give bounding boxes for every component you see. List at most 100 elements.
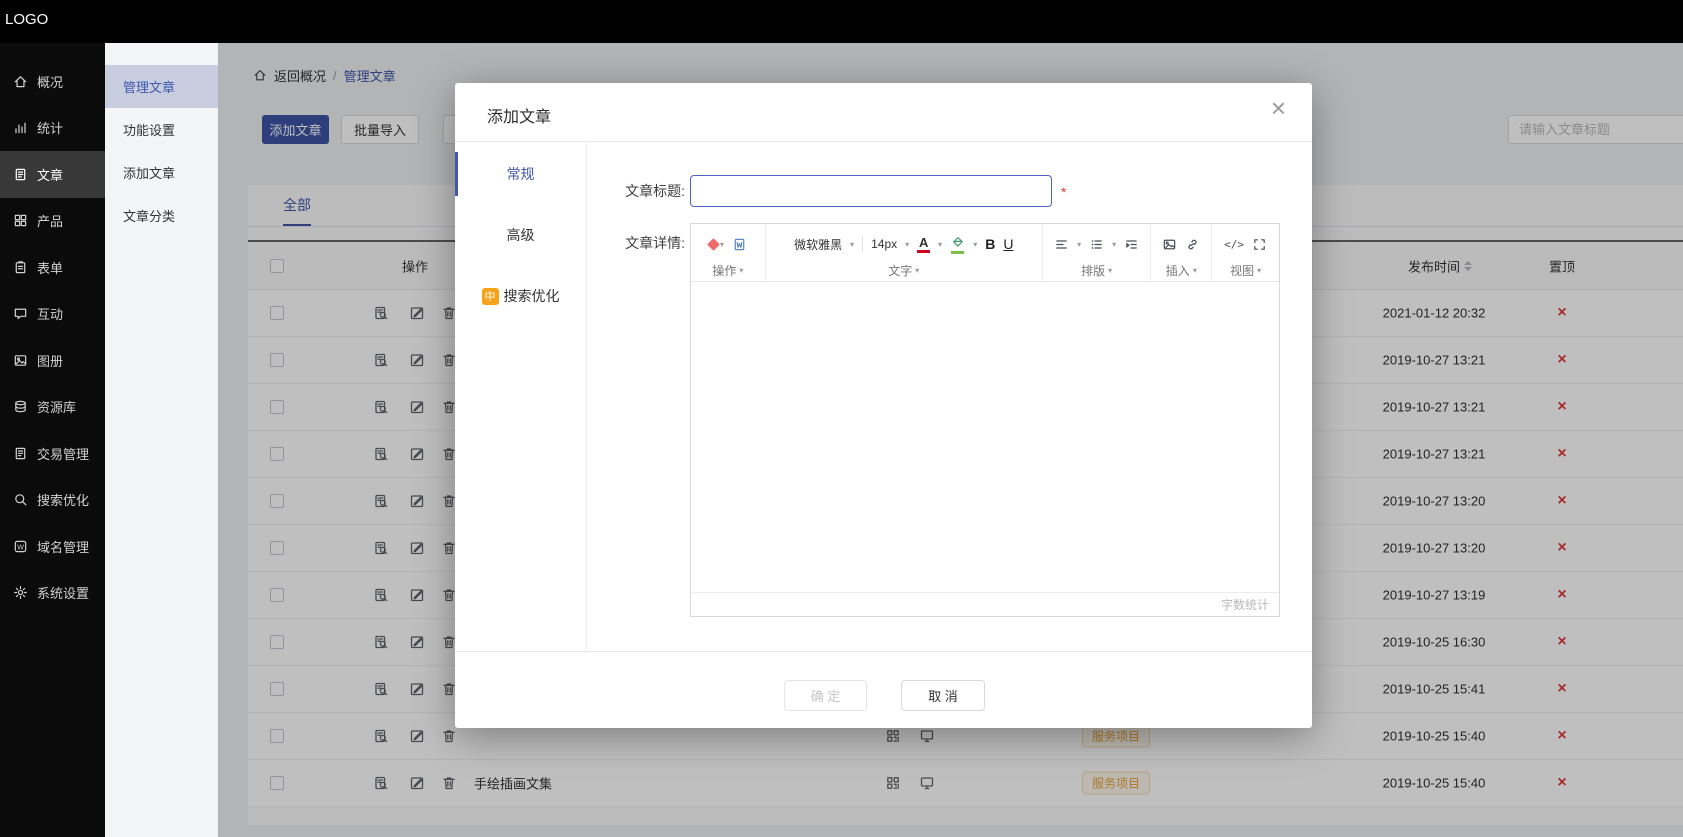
select-all-checkbox[interactable] [270,259,284,273]
pinned-mark[interactable]: × [1532,539,1592,557]
preview-button[interactable] [373,587,389,603]
header-publish-time[interactable]: 发布时间 [1354,256,1514,275]
home-icon[interactable] [253,68,267,82]
sidebar-item-album[interactable]: 图册 [0,337,105,384]
submenu-item-feature-settings[interactable]: 功能设置 [105,108,218,151]
sidebar-item-product[interactable]: 产品 [0,198,105,245]
sidebar-item-interact[interactable]: 互动 [0,291,105,338]
row-checkbox[interactable] [270,447,284,461]
align-button[interactable] [1054,237,1069,252]
cancel-button[interactable]: 取 消 [901,680,985,711]
image-button[interactable] [1162,237,1177,252]
sidebar-item-seo[interactable]: 搜索优化 [0,477,105,524]
font-color-button[interactable]: A [917,236,930,253]
preview-button[interactable] [373,775,389,791]
pc-preview-button[interactable] [919,728,935,744]
sidebar-item-home[interactable]: 概况 [0,58,105,105]
edit-button[interactable] [409,352,425,368]
pinned-mark[interactable]: × [1532,445,1592,463]
preview-button[interactable] [373,493,389,509]
view-dropdown[interactable]: 视图▾ [1212,260,1279,280]
confirm-button[interactable]: 确 定 [784,680,867,711]
row-checkbox[interactable] [270,400,284,414]
underline-button[interactable]: U [1003,236,1013,252]
link-button[interactable] [1185,237,1200,252]
sidebar-item-form[interactable]: 表单 [0,244,105,291]
pinned-mark[interactable]: × [1532,398,1592,416]
bold-button[interactable]: B [985,236,995,252]
submenu-item-add-article[interactable]: 添加文章 [105,151,218,194]
pinned-mark[interactable]: × [1532,304,1592,322]
edit-button[interactable] [409,681,425,697]
preview-button[interactable] [373,446,389,462]
qrcode-button[interactable] [885,775,901,791]
modal-tab-advanced[interactable]: 高级 [455,213,586,257]
article-title-input[interactable] [690,175,1052,207]
search-input[interactable] [1508,115,1683,144]
indent-button[interactable] [1124,237,1139,252]
row-checkbox[interactable] [270,635,284,649]
row-checkbox[interactable] [270,588,284,602]
pinned-mark[interactable]: × [1532,351,1592,369]
layout-dropdown[interactable]: 排版▾ [1043,260,1151,280]
batch-import-button[interactable]: 批量导入 [341,115,419,144]
row-checkbox[interactable] [270,776,284,790]
edit-button[interactable] [409,540,425,556]
sidebar-item-trade[interactable]: 交易管理 [0,430,105,477]
preview-button[interactable] [373,634,389,650]
row-checkbox[interactable] [270,682,284,696]
edit-button[interactable] [409,399,425,415]
sort-carets-icon[interactable] [1464,261,1472,271]
submenu-item-article-categories[interactable]: 文章分类 [105,194,218,237]
row-checkbox[interactable] [270,541,284,555]
pinned-mark[interactable]: × [1532,586,1592,604]
row-checkbox[interactable] [270,494,284,508]
tab-all[interactable]: 全部 [283,195,311,226]
add-article-button[interactable]: 添加文章 [262,115,329,144]
import-doc-button[interactable] [732,237,747,252]
preview-button[interactable] [373,728,389,744]
text-dropdown[interactable]: 文字▾ [766,260,1042,280]
breadcrumb-back-link[interactable]: 返回概况 [274,66,326,85]
submenu-item-manage-articles[interactable]: 管理文章 [105,65,218,108]
edit-button[interactable] [409,446,425,462]
delete-button[interactable] [441,775,457,791]
source-code-button[interactable]: </> [1224,238,1244,251]
sidebar-item-resource[interactable]: 资源库 [0,384,105,431]
editor-content[interactable] [691,282,1279,592]
pinned-mark[interactable]: × [1532,727,1592,745]
preview-button[interactable] [373,305,389,321]
preview-button[interactable] [373,399,389,415]
row-checkbox[interactable] [270,353,284,367]
edit-button[interactable] [409,587,425,603]
modal-tab-seo[interactable]: 中搜索优化 [455,274,586,318]
preview-button[interactable] [373,352,389,368]
pinned-mark[interactable]: × [1532,633,1592,651]
close-icon[interactable]: × [1271,95,1286,121]
sidebar-item-article[interactable]: 文章 [0,151,105,198]
pinned-mark[interactable]: × [1532,492,1592,510]
edit-button[interactable] [409,728,425,744]
modal-tab-general[interactable]: 常规 [455,152,586,196]
font-size-dropdown[interactable]: 14px [871,237,897,251]
pinned-mark[interactable]: × [1532,774,1592,792]
edit-button[interactable] [409,493,425,509]
operate-dropdown[interactable]: 操作▾ [691,260,765,280]
edit-button[interactable] [409,634,425,650]
format-clear-button[interactable]: ▾ [709,240,724,249]
fullscreen-button[interactable] [1252,237,1267,252]
sidebar-item-domain[interactable]: W域名管理 [0,523,105,570]
font-family-dropdown[interactable]: 微软雅黑 [794,236,842,253]
sidebar-item-stats[interactable]: 统计 [0,105,105,152]
row-checkbox[interactable] [270,729,284,743]
insert-dropdown[interactable]: 插入▾ [1151,260,1211,280]
preview-button[interactable] [373,681,389,697]
row-checkbox[interactable] [270,306,284,320]
pc-preview-button[interactable] [919,775,935,791]
pinned-mark[interactable]: × [1532,680,1592,698]
list-button[interactable] [1089,237,1104,252]
sidebar-item-settings[interactable]: 系统设置 [0,570,105,617]
edit-button[interactable] [409,305,425,321]
qrcode-button[interactable] [885,728,901,744]
edit-button[interactable] [409,775,425,791]
